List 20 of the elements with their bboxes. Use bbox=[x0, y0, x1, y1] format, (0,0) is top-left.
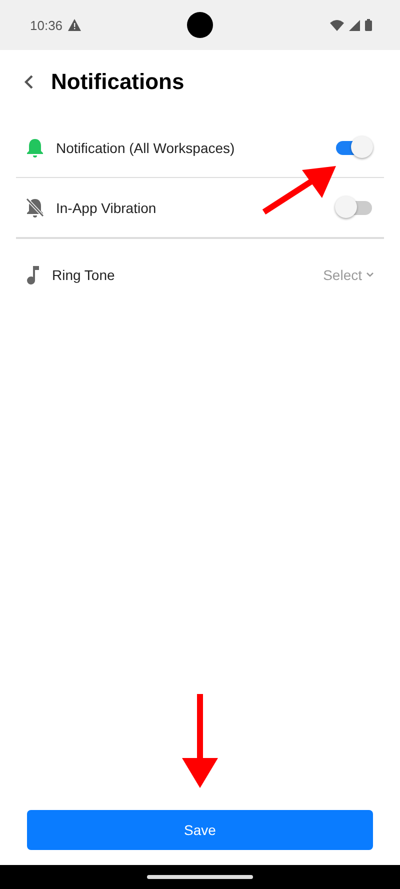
back-icon[interactable] bbox=[24, 74, 34, 90]
toggle-switch[interactable] bbox=[334, 194, 374, 220]
camera-cutout bbox=[187, 12, 213, 38]
ringtone-select[interactable]: Select bbox=[323, 267, 374, 283]
setting-label: In-App Vibration bbox=[56, 200, 158, 216]
toggle-switch[interactable] bbox=[334, 134, 374, 160]
battery-icon bbox=[365, 19, 372, 31]
save-button[interactable]: Save bbox=[27, 810, 373, 850]
wifi-icon bbox=[330, 20, 344, 30]
bell-icon bbox=[26, 138, 44, 158]
page-title: Notifications bbox=[51, 69, 184, 95]
setting-label: Notification (All Workspaces) bbox=[56, 140, 236, 156]
music-note-icon bbox=[26, 265, 40, 285]
home-handle[interactable] bbox=[147, 875, 253, 879]
chevron-down-icon bbox=[366, 272, 374, 278]
status-time: 10:36 bbox=[30, 18, 63, 32]
signal-icon bbox=[349, 20, 360, 30]
setting-label: Ring Tone bbox=[52, 267, 116, 283]
warning-icon bbox=[68, 19, 81, 31]
bell-off-icon bbox=[26, 198, 44, 218]
